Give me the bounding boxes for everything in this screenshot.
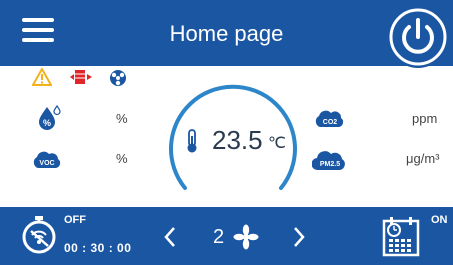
schedule-calendar-icon[interactable] (380, 213, 426, 259)
power-icon (389, 8, 447, 66)
co2-label: CO2 (323, 119, 338, 126)
svg-text:%: % (43, 118, 51, 128)
schedule-state: ON (431, 214, 448, 226)
pm25-unit: μg/m³ (406, 151, 440, 166)
fan-icon (233, 224, 259, 250)
filter-alert-icon (70, 70, 92, 84)
fan-speed-increase-button[interactable] (292, 225, 306, 254)
chevron-left-icon (164, 227, 175, 247)
fan-speed-decrease-button[interactable] (163, 225, 177, 254)
voc-icon: VOC (33, 151, 61, 168)
timer-state: OFF (64, 214, 86, 226)
thermometer-icon (187, 129, 197, 153)
co2-icon: CO2 (315, 110, 344, 127)
temperature-unit: ℃ (268, 135, 286, 152)
timer-icon[interactable] (18, 213, 60, 255)
header-bar: Home page (0, 0, 453, 66)
page-title: Home page (169, 21, 284, 46)
temperature-value: 23.5 (212, 125, 263, 155)
co2-unit: ppm (412, 111, 438, 126)
voc-label: VOC (39, 160, 54, 167)
humidity-icon: % (39, 104, 61, 130)
humidity-unit: % (116, 111, 128, 126)
chevron-right-icon (294, 227, 305, 247)
fan-speed-value: 2 (213, 226, 225, 248)
timer-time: 00 : 30 : 00 (64, 241, 132, 255)
pm25-icon: PM2.5 (312, 151, 345, 171)
power-button[interactable] (387, 6, 449, 68)
warning-triangle-icon (32, 68, 52, 86)
fan-alert-icon (110, 70, 126, 86)
voc-unit: % (116, 151, 128, 166)
pm25-label: PM2.5 (320, 161, 340, 168)
